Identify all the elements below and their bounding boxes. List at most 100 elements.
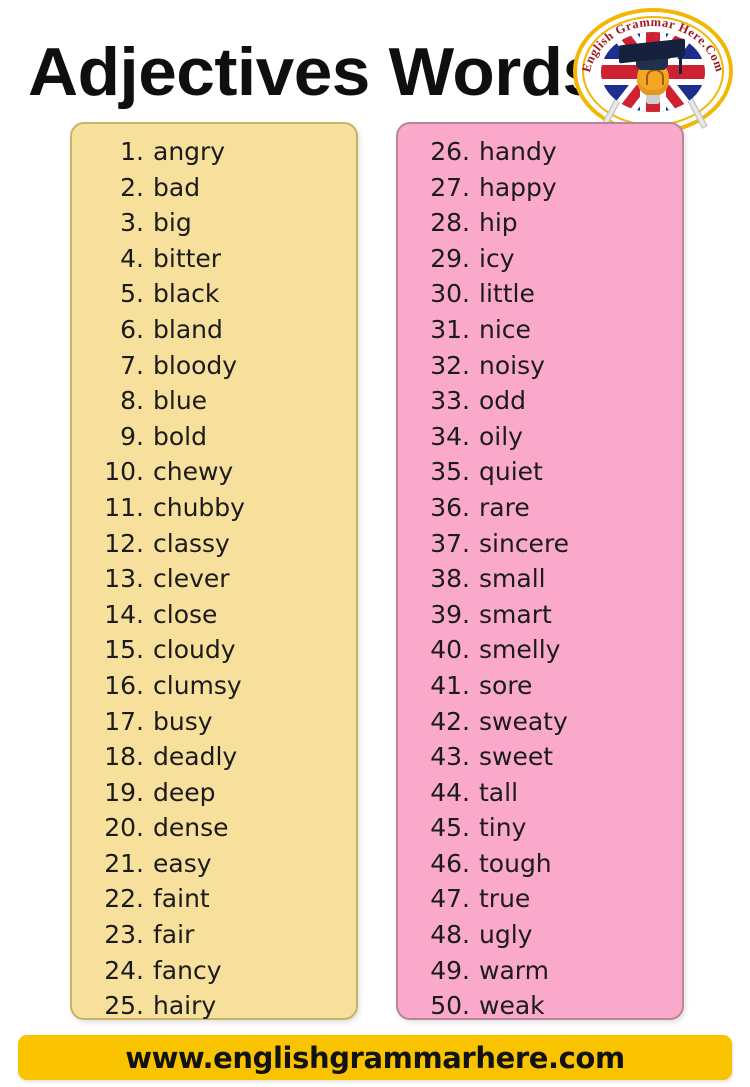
list-item: 42. sweaty [398, 704, 682, 740]
list-item-word: faint [153, 884, 210, 914]
list-item-number: 37. [430, 528, 470, 558]
list-item-word: fancy [153, 955, 222, 985]
list-item: 22. faint [72, 881, 356, 917]
list-item-word: easy [153, 848, 212, 878]
list-item-number: 38. [430, 564, 470, 594]
list-item-number: 44. [430, 777, 470, 807]
list-item-number: 21. [104, 848, 144, 878]
list-item-number: 31. [430, 314, 470, 344]
list-item: 27. happy [398, 170, 682, 206]
list-item: 12. classy [72, 526, 356, 562]
footer-banner[interactable]: www.englishgrammarhere.com [18, 1035, 732, 1080]
list-item: 25. hairy [72, 988, 356, 1024]
page-title: Adjectives Words [28, 34, 601, 110]
list-item: 10. chewy [72, 454, 356, 490]
list-item-number: 49. [430, 955, 470, 985]
list-item-number: 26. [430, 137, 470, 166]
list-item: 2. bad [72, 170, 356, 206]
list-item: 18. deadly [72, 739, 356, 775]
list-item-number: 6. [120, 314, 144, 344]
list-item-number: 9. [120, 421, 144, 451]
list-item: 35. quiet [398, 454, 682, 490]
list-item-word: deadly [153, 742, 238, 772]
list-item-word: happy [479, 172, 557, 202]
list-item-word: clumsy [153, 670, 242, 700]
word-list-left: 1. angry 2. bad 3. big 4. bitter 5. black 6. bland 7… [72, 134, 356, 1024]
list-item: 34. oily [398, 419, 682, 455]
list-item-word: blue [153, 386, 208, 416]
list-item-number: 14. [104, 599, 144, 629]
list-item-word: smart [479, 599, 552, 629]
list-item-word: ugly [479, 920, 533, 950]
list-item: 23. fair [72, 917, 356, 953]
list-item-number: 29. [430, 243, 470, 273]
list-item-number: 27. [430, 172, 470, 202]
list-item-number: 35. [430, 457, 470, 487]
list-item: 17. busy [72, 704, 356, 740]
list-item-number: 3. [120, 208, 144, 238]
list-item-number: 43. [430, 742, 470, 772]
list-item-number: 30. [430, 279, 470, 309]
list-item-number: 1. [120, 137, 144, 166]
list-item-word: close [153, 599, 218, 629]
list-item-number: 13. [104, 564, 144, 594]
list-item-number: 17. [104, 706, 144, 736]
list-item-number: 7. [120, 350, 144, 380]
list-item-word: bold [153, 421, 207, 451]
list-item-number: 2. [120, 172, 144, 202]
list-item: 32. noisy [398, 348, 682, 384]
list-item: 6. bland [72, 312, 356, 348]
word-list-right: 26. handy 27. happy 28. hip 29. icy 30. little 31.… [398, 134, 682, 1024]
list-item-word: oily [479, 421, 523, 451]
english-grammar-here-logo: English Grammar Here.Com [573, 8, 733, 134]
list-item-number: 28. [430, 208, 470, 238]
list-item-word: true [479, 884, 531, 914]
list-item: 44. tall [398, 775, 682, 811]
list-item-number: 33. [430, 386, 470, 416]
list-item: 14. close [72, 597, 356, 633]
list-item-number: 34. [430, 421, 470, 451]
list-item-word: noisy [479, 350, 545, 380]
list-item: 48. ugly [398, 917, 682, 953]
list-item-number: 12. [104, 528, 144, 558]
list-item-word: tiny [479, 813, 527, 843]
list-item-word: chewy [153, 457, 234, 487]
list-item-word: clever [153, 564, 230, 594]
list-item-word: quiet [479, 457, 543, 487]
list-item-word: nice [479, 314, 531, 344]
list-item-number: 20. [104, 813, 144, 843]
list-item-number: 25. [104, 991, 144, 1021]
list-item-word: bloody [153, 350, 238, 380]
list-item: 49. warm [398, 953, 682, 989]
list-item: 3. big [72, 205, 356, 241]
list-item: 30. little [398, 276, 682, 312]
list-item: 46. tough [398, 846, 682, 882]
list-item: 31. nice [398, 312, 682, 348]
list-item-word: icy [479, 243, 515, 273]
list-item-number: 5. [120, 279, 144, 309]
list-item-word: smelly [479, 635, 561, 665]
list-item: 26. handy [398, 134, 682, 170]
website-url[interactable]: www.englishgrammarhere.com [125, 1041, 625, 1075]
list-item-word: sweet [479, 742, 554, 772]
list-item: 36. rare [398, 490, 682, 526]
list-item: 4. bitter [72, 241, 356, 277]
list-item-number: 16. [104, 670, 144, 700]
list-item-word: warm [479, 955, 549, 985]
list-item-number: 36. [430, 492, 470, 522]
list-item: 43. sweet [398, 739, 682, 775]
list-item-word: classy [153, 528, 230, 558]
list-item-word: sore [479, 670, 533, 700]
list-item-word: bad [153, 172, 201, 202]
list-item: 8. blue [72, 383, 356, 419]
list-item-number: 10. [104, 457, 144, 487]
list-item-number: 39. [430, 599, 470, 629]
list-item-word: tall [479, 777, 519, 807]
list-item-number: 24. [104, 955, 144, 985]
list-item: 28. hip [398, 205, 682, 241]
list-item-word: weak [479, 991, 545, 1021]
list-item-number: 15. [104, 635, 144, 665]
list-item-number: 48. [430, 920, 470, 950]
list-item-number: 11. [104, 492, 144, 522]
list-item-word: odd [479, 386, 527, 416]
